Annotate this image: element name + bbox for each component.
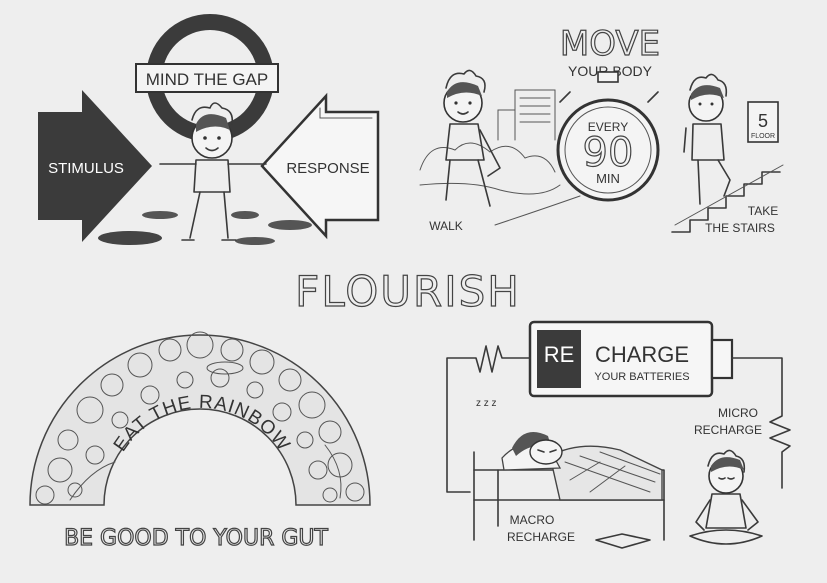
bed-sleeping-figure	[473, 432, 665, 541]
boy-walking-figure	[443, 69, 501, 207]
response-label: RESPONSE	[286, 160, 369, 177]
floor-number: 5	[758, 111, 768, 131]
stairs-label-1: TAKE	[748, 204, 778, 218]
illustration: MIND THE GAP STIMULUS RESPONSE MOVE YOUR…	[29, 14, 791, 552]
main-title: FLOURISH	[295, 267, 521, 316]
walk-label: WALK	[429, 219, 463, 233]
panel-recharge: RE CHARGE YOUR BATTERIES z z z MACRO REC…	[446, 320, 791, 549]
boy-meditating-figure	[689, 449, 763, 545]
panel-eat-the-rainbow: EAT THE RAINBOW BE GOOD TO YOUR GUT	[29, 331, 371, 552]
zzz-icon: z z z	[476, 398, 497, 409]
infographic-canvas: MIND THE GAP STIMULUS RESPONSE MOVE YOUR…	[0, 0, 827, 583]
mind-gap-sign-text: MIND THE GAP	[146, 70, 268, 89]
timer-number: 90	[583, 130, 634, 176]
floor-label: FLOOR	[751, 133, 775, 140]
re-label: RE	[544, 342, 575, 367]
stairs-label-2: THE STAIRS	[705, 221, 775, 235]
micro-label-2: RECHARGE	[694, 423, 762, 437]
book-icon	[595, 533, 651, 549]
micro-label-1: MICRO	[718, 406, 758, 420]
gut-caption: BE GOOD TO YOUR GUT	[64, 526, 328, 551]
timer-unit: MIN	[596, 171, 620, 186]
move-heading: MOVE	[560, 24, 660, 64]
panel-mind-the-gap: MIND THE GAP STIMULUS RESPONSE	[38, 14, 380, 245]
batteries-label: YOUR BATTERIES	[594, 371, 689, 383]
macro-label-1: MACRO	[510, 513, 555, 527]
stimulus-label: STIMULUS	[48, 160, 124, 177]
macro-label-2: RECHARGE	[507, 530, 575, 544]
charge-label: CHARGE	[595, 342, 689, 367]
panel-move-your-body: MOVE YOUR BODY EVERY 90 MIN WALK 5 FLOOR…	[419, 23, 784, 235]
boy-climbing-figure	[683, 73, 731, 205]
